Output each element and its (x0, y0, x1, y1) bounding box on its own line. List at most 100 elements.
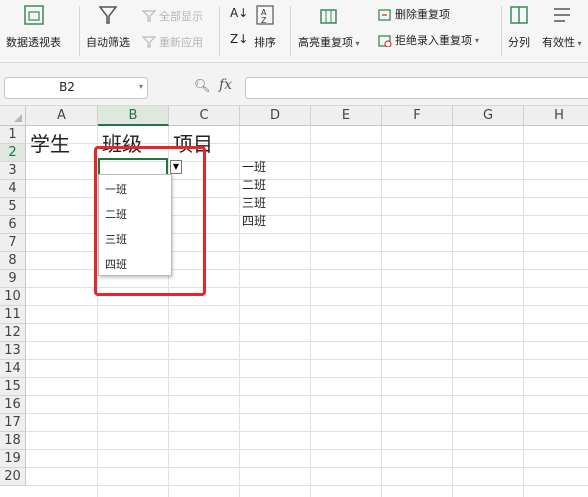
chevron-down-icon: ▾ (575, 39, 582, 48)
column-header-d[interactable]: D (240, 106, 311, 126)
pivot-table-label: 数据透视表 (6, 36, 61, 49)
row-header-15[interactable]: 15 (0, 378, 26, 396)
cell-d4[interactable]: 三班 (242, 194, 266, 211)
reject-duplicates-button[interactable]: 拒绝录入重复项 ▾ (378, 32, 479, 48)
sort-ascending-icon: A↓ (230, 6, 249, 20)
split-columns-label: 分列 (508, 36, 530, 49)
svg-text:Z: Z (261, 16, 267, 25)
cell-d5[interactable]: 四班 (242, 212, 266, 229)
delete-duplicates-button[interactable]: 删除重复项 (378, 6, 450, 22)
name-box-value: B2 (59, 80, 75, 94)
gridline (381, 126, 382, 497)
name-box[interactable]: B2 ▾ (4, 77, 148, 99)
zoom-icon[interactable]: 🔍︎ (194, 79, 211, 94)
chevron-down-icon: ▾ (475, 35, 480, 45)
formula-bar: B2 ▾ 🔍︎ fx (0, 63, 588, 106)
sort-descending-icon: Z↓ (230, 32, 249, 46)
gridline (26, 431, 588, 432)
autofilter-label: 自动筛选 (86, 36, 130, 49)
highlight-annotation-box (94, 146, 206, 296)
ribbon-divider (79, 6, 80, 56)
reject-duplicates-icon (378, 34, 392, 47)
gridline (26, 413, 588, 414)
reject-duplicates-label: 拒绝录入重复项 (395, 34, 472, 47)
row-header-6[interactable]: 6 (0, 216, 26, 234)
split-columns-icon (510, 6, 528, 24)
highlight-duplicates-label: 高亮重复项 ▾ (298, 36, 360, 49)
cell-d2[interactable]: 一班 (242, 158, 266, 175)
spreadsheet-grid: A B C D E F G H 1 2 3 4 5 6 7 8 9 10 11 12 13 14 15 16 17 18 19 20 学… (0, 106, 588, 497)
validity-label: 有效性 ▾ (542, 36, 582, 49)
column-header-f[interactable]: F (382, 106, 453, 126)
cell-d3[interactable]: 二班 (242, 176, 266, 193)
row-header-10[interactable]: 10 (0, 288, 26, 306)
sort-label: 排序 (254, 36, 276, 49)
gridline (26, 395, 588, 396)
row-header-19[interactable]: 19 (0, 450, 26, 468)
reapply-button[interactable]: 重新应用 (142, 34, 203, 50)
row-header-4[interactable]: 4 (0, 180, 26, 198)
pivot-table-button[interactable]: 数据透视表 (6, 4, 61, 50)
gridline (452, 126, 453, 497)
filter-icon (98, 6, 118, 24)
column-header-c[interactable]: C (169, 106, 240, 126)
row-header-12[interactable]: 12 (0, 324, 26, 342)
row-header-14[interactable]: 14 (0, 360, 26, 378)
gridline (26, 305, 588, 306)
chevron-down-icon: ▾ (353, 39, 360, 48)
validity-button[interactable]: 有效性 ▾ (542, 4, 582, 50)
column-header-e[interactable]: E (311, 106, 382, 126)
ribbon-toolbar: 数据透视表 自动筛选 全部显示 重新应用 A↓ Z↓ AZ 排序 高亮重复项 ▾… (0, 0, 588, 63)
row-header-7[interactable]: 7 (0, 234, 26, 252)
delete-duplicates-icon (378, 8, 391, 21)
gridline (26, 359, 588, 360)
sort-ascending-button[interactable]: A↓ (230, 6, 248, 20)
gridline (26, 485, 588, 486)
formula-input[interactable] (245, 77, 588, 99)
fx-icon[interactable]: fx (219, 77, 232, 93)
show-all-label: 全部显示 (159, 10, 203, 23)
gridline (26, 449, 588, 450)
gridline (239, 126, 240, 497)
sort-descending-button[interactable]: Z↓ (230, 32, 248, 46)
row-header-8[interactable]: 8 (0, 252, 26, 270)
autofilter-button[interactable]: 自动筛选 (86, 4, 130, 50)
column-header-a[interactable]: A (26, 106, 98, 126)
row-header-5[interactable]: 5 (0, 198, 26, 216)
ribbon-divider (290, 6, 291, 56)
gridline (26, 323, 588, 324)
sort-button[interactable]: AZ 排序 (254, 4, 276, 50)
row-header-20[interactable]: 20 (0, 468, 26, 486)
row-header-13[interactable]: 13 (0, 342, 26, 360)
highlight-duplicates-button[interactable]: 高亮重复项 ▾ (298, 4, 360, 50)
reapply-label: 重新应用 (159, 36, 203, 49)
row-header-18[interactable]: 18 (0, 432, 26, 450)
gridline (310, 126, 311, 497)
validity-icon (553, 8, 570, 22)
row-header-17[interactable]: 17 (0, 414, 26, 432)
row-header-2[interactable]: 2 (0, 144, 26, 162)
ribbon-divider (501, 6, 502, 56)
gridline (523, 126, 524, 497)
select-all-corner[interactable] (0, 106, 26, 126)
filter-show-all-icon (142, 10, 156, 22)
show-all-button[interactable]: 全部显示 (142, 8, 203, 24)
gridline (26, 341, 588, 342)
row-header-9[interactable]: 9 (0, 270, 26, 288)
chevron-down-icon[interactable]: ▾ (139, 82, 143, 91)
filter-reapply-icon (142, 36, 156, 48)
column-header-g[interactable]: G (453, 106, 524, 126)
row-header-16[interactable]: 16 (0, 396, 26, 414)
column-header-b[interactable]: B (98, 106, 169, 126)
row-header-1[interactable]: 1 (0, 126, 26, 144)
row-header-3[interactable]: 3 (0, 162, 26, 180)
row-header-11[interactable]: 11 (0, 306, 26, 324)
highlight-duplicates-icon (320, 9, 337, 24)
delete-duplicates-label: 删除重复项 (395, 8, 450, 21)
sort-icon: AZ (256, 5, 274, 25)
column-header-h[interactable]: H (524, 106, 588, 126)
split-columns-button[interactable]: 分列 (508, 4, 530, 50)
cell-a1[interactable]: 学生 (30, 128, 70, 157)
pivot-table-icon (23, 5, 44, 25)
ribbon-divider (219, 6, 220, 56)
